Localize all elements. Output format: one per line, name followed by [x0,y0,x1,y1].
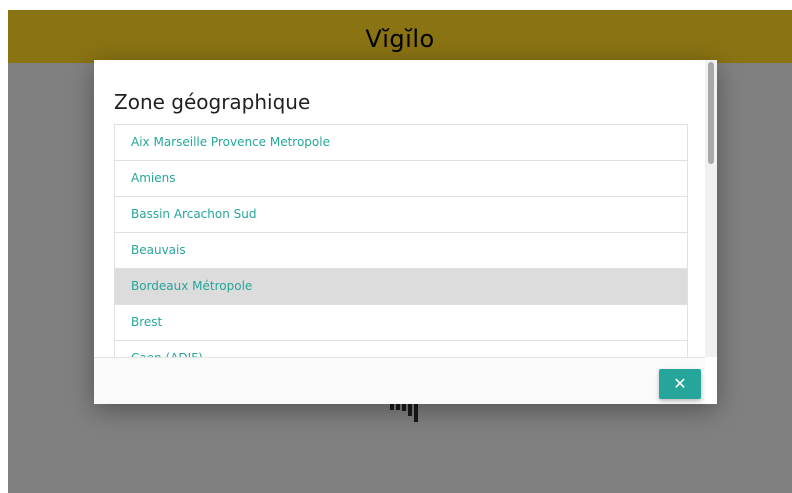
zone-list: Aix Marseille Provence Metropole Amiens … [114,124,688,357]
app-title: Vĭgĭlo [365,24,435,53]
zone-list-item[interactable]: Brest [115,305,687,341]
zone-list-item[interactable]: Beauvais [115,233,687,269]
modal-title: Zone géographique [114,90,311,114]
close-button[interactable]: ✕ [659,369,701,399]
close-icon: ✕ [673,374,687,393]
zone-list-item[interactable]: Bassin Arcachon Sud [115,197,687,233]
app-header: Vĭgĭlo [8,10,792,63]
zone-modal: Zone géographique Aix Marseille Provence… [94,60,717,404]
zone-list-item[interactable]: Caen (ADIF) [115,341,687,357]
modal-scrollbar[interactable] [705,60,717,357]
scrollbar-thumb[interactable] [708,62,714,164]
modal-footer: ✕ [94,357,705,404]
zone-list-item-active[interactable]: Bordeaux Métropole [115,269,687,305]
modal-body: Zone géographique Aix Marseille Provence… [94,60,705,357]
zone-list-item[interactable]: Amiens [115,161,687,197]
zone-list-item[interactable]: Aix Marseille Provence Metropole [115,125,687,161]
app-viewport: Vĭgĭlo Zone géographique Aix Marseille P… [8,10,792,493]
